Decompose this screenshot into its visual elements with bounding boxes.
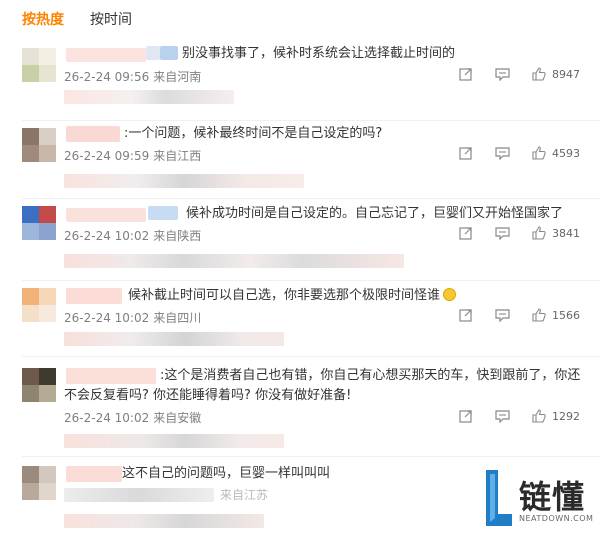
comment-text: :一个问题，候补最终时间不是自己设定的吗?	[124, 126, 383, 141]
share-button[interactable]	[459, 409, 473, 423]
thumbs-up-icon	[532, 409, 546, 423]
comment-button[interactable]	[495, 67, 510, 81]
watermark-logo: 链懂 NEATDOWN.COM	[486, 468, 596, 534]
thumbs-up-icon	[532, 308, 546, 322]
like-button[interactable]: 1292	[532, 409, 580, 423]
avatar[interactable]	[22, 368, 56, 402]
comment-text: 这不自己的问题吗，巨婴一样叫叫叫	[122, 466, 331, 481]
username-blur[interactable]	[66, 466, 122, 482]
comment-actions: 8947	[437, 67, 580, 81]
comment-location: 来自江苏	[220, 488, 269, 502]
logo-l-mark-icon	[486, 470, 512, 526]
username-blur[interactable]	[66, 126, 120, 142]
reply-preview-blur[interactable]	[64, 90, 234, 104]
divider	[22, 120, 600, 121]
comment-meta: 26-2-24 09:56 来自河南	[64, 68, 201, 85]
like-button[interactable]: 4593	[532, 146, 580, 160]
share-button[interactable]	[459, 67, 473, 81]
like-button[interactable]: 1566	[532, 308, 580, 322]
watermark-brand: 链懂	[519, 478, 586, 516]
like-count: 1292	[552, 409, 580, 423]
comment-actions: 1292	[437, 409, 580, 423]
share-icon	[459, 147, 472, 160]
divider	[22, 456, 600, 457]
comment-actions: 1566	[437, 308, 580, 322]
comment-meta: 26-2-24 10:02 来自陕西	[64, 227, 201, 244]
watermark-domain: NEATDOWN.COM	[519, 514, 594, 523]
share-button[interactable]	[459, 146, 473, 160]
like-count: 4593	[552, 146, 580, 160]
tab-sort-by-hot[interactable]: 按热度	[22, 9, 64, 33]
comment-text-body: 候补截止时间可以自己选，你非要选那个极限时间怪谁	[128, 288, 441, 303]
divider	[22, 280, 600, 281]
comment-icon	[495, 147, 510, 160]
share-icon	[459, 410, 472, 423]
reply-preview-blur[interactable]	[64, 434, 284, 448]
comment-icon	[495, 309, 510, 322]
reply-preview-blur[interactable]	[64, 514, 264, 528]
tab-sort-by-time[interactable]: 按时间	[90, 9, 132, 33]
divider	[22, 198, 600, 199]
like-count: 3841	[552, 226, 580, 240]
avatar[interactable]	[22, 206, 56, 240]
comment-text: :这个是消费者自己也有错，你自己有心想买那天的车，快到跟前了，你还不会反复看吗?…	[64, 368, 581, 403]
comment-location: 来自河南	[153, 70, 202, 84]
avatar[interactable]	[22, 128, 56, 162]
comment-actions: 3841	[437, 226, 580, 240]
comment-meta: 26-2-24 10:02 来自四川	[64, 309, 201, 326]
share-icon	[459, 227, 472, 240]
reply-preview-blur[interactable]	[64, 332, 284, 346]
comment-meta: 来自江苏	[220, 486, 268, 503]
comment-button[interactable]	[495, 226, 510, 240]
comment-icon	[495, 68, 510, 81]
smile-emoji-icon	[443, 288, 457, 301]
thumbs-up-icon	[532, 146, 546, 160]
reply-preview-blur[interactable]	[64, 254, 404, 268]
comment-text: 候补截止时间可以自己选，你非要选那个极限时间怪谁	[128, 286, 457, 306]
comment-date: 26-2-24 09:59	[64, 149, 150, 163]
comment-button[interactable]	[495, 308, 510, 322]
like-button[interactable]: 3841	[532, 226, 580, 240]
share-button[interactable]	[459, 226, 473, 240]
avatar[interactable]	[22, 48, 56, 82]
share-icon	[459, 309, 472, 322]
share-icon	[459, 68, 472, 81]
share-button[interactable]	[459, 308, 473, 322]
thumbs-up-icon	[532, 67, 546, 81]
comment-location: 来自江西	[153, 149, 202, 163]
comment-meta: 26-2-24 10:02 来自安徽	[64, 409, 201, 426]
comment-text: 候补成功时间是自己设定的。自己忘记了，巨婴们又开始怪国家了	[186, 206, 564, 221]
comment-icon	[495, 410, 510, 423]
username-blur[interactable]	[66, 208, 146, 222]
username-blur[interactable]	[66, 288, 122, 304]
comment-text: 别没事找事了，候补时系统会让选择截止时间的	[182, 46, 456, 61]
comment-button[interactable]	[495, 146, 510, 160]
username-blur[interactable]	[66, 48, 146, 62]
comment-date: 26-2-24 10:02	[64, 411, 150, 425]
reply-preview-blur[interactable]	[64, 174, 304, 188]
comment-date: 26-2-24 10:02	[64, 229, 150, 243]
like-button[interactable]: 8947	[532, 67, 580, 81]
divider	[22, 356, 600, 357]
comment-button[interactable]	[495, 409, 510, 423]
comment-date: 26-2-24 10:02	[64, 311, 150, 325]
like-count: 8947	[552, 67, 580, 81]
comment-icon	[495, 227, 510, 240]
thumbs-up-icon	[532, 226, 546, 240]
avatar[interactable]	[22, 466, 56, 500]
avatar[interactable]	[22, 288, 56, 322]
like-count: 1566	[552, 308, 580, 322]
sort-tabs: 按热度 按时间	[22, 9, 132, 33]
comment-date: 26-2-24 09:56	[64, 70, 150, 84]
comment-location: 来自安徽	[153, 411, 202, 425]
comment-location: 来自四川	[153, 311, 202, 325]
comment-location: 来自陕西	[153, 229, 202, 243]
comment-actions: 4593	[437, 146, 580, 160]
comment-meta: 26-2-24 09:59 来自江西	[64, 147, 201, 164]
